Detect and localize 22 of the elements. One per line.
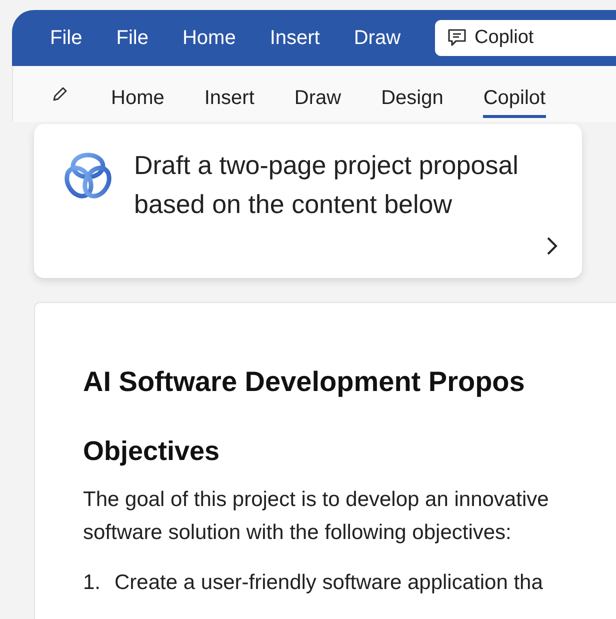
prompt-text: Draft a two-page project proposal based on the content below: [134, 149, 520, 221]
ribbon-tab[interactable]: Draw: [294, 76, 342, 118]
document-title: AI Software Development Propos: [83, 365, 526, 399]
ribbon-tab[interactable]: Insert: [204, 76, 254, 118]
menu-item[interactable]: File: [116, 23, 148, 53]
chevron-right-icon[interactable]: [546, 236, 558, 256]
section-heading: Objectives: [83, 434, 221, 467]
list-number: 1.: [83, 570, 101, 596]
paragraph: The goal of this project is to develop an innovative software solution with the following objectives:: [83, 486, 550, 546]
comment-icon: [446, 28, 467, 48]
ribbon-tab[interactable]: Copilot: [483, 76, 546, 118]
copilot-label: Copliot: [474, 26, 534, 50]
list-item-text: Create a user-friendly software application tha: [114, 570, 543, 596]
copilot-box[interactable]: Copliot: [434, 20, 616, 56]
pencil-icon[interactable]: [51, 85, 69, 103]
menu-item[interactable]: File: [50, 23, 82, 53]
menu-item[interactable]: Draw: [354, 23, 401, 53]
ribbon-tab[interactable]: Home: [111, 76, 164, 118]
prompt-card[interactable]: Draft a two-page project proposal based on the content below: [34, 124, 582, 278]
ribbon-tab[interactable]: Design: [381, 76, 444, 118]
menu-item[interactable]: Insert: [270, 23, 320, 53]
menu-item[interactable]: Home: [182, 23, 236, 53]
